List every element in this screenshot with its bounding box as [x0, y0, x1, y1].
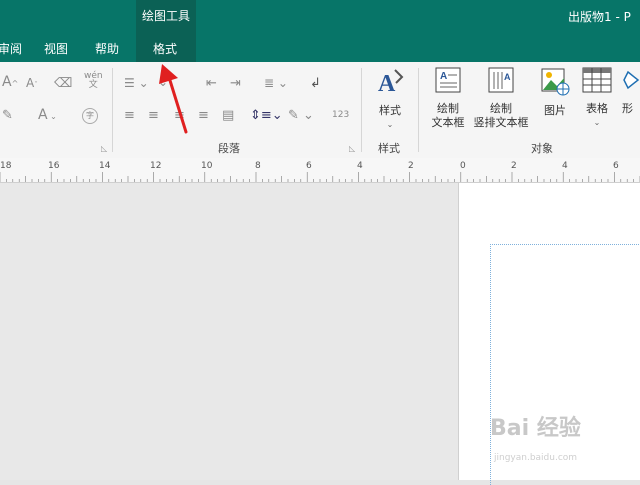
paragraph-spacing-icon[interactable]: ✎ ⌄ [288, 108, 314, 123]
margin-guide [490, 244, 640, 485]
draw-vertical-text-box-button[interactable]: A 绘制 竖排文本框 [470, 66, 532, 130]
number-style-icon[interactable]: 123 [332, 110, 349, 120]
shrink-font-icon[interactable]: Aˇ [26, 76, 38, 90]
style-button-label: 样式 [379, 104, 401, 117]
paragraph-group-launcher-icon[interactable]: ◺ [349, 144, 355, 153]
tab-help[interactable]: 帮助 [95, 40, 119, 57]
chevron-down-icon: ⌄ [593, 118, 601, 127]
ruler-label: 8 [255, 161, 261, 171]
ruler-label: 12 [150, 161, 162, 171]
font-color-icon[interactable]: A ⌄ [38, 107, 57, 123]
annotation-arrow-icon [159, 64, 188, 134]
ruler-label: 18 [0, 161, 12, 171]
enclose-char-icon[interactable]: 字 [82, 108, 98, 124]
ruler-label: 4 [357, 161, 363, 171]
drawing-tools-label: 绘图工具 [142, 9, 191, 23]
watermark-logo: Bai 经验 [490, 416, 581, 441]
ruler-ticks [0, 172, 640, 182]
distributed-icon[interactable]: ▤ [222, 108, 234, 123]
svg-text:A: A [440, 71, 447, 82]
tab-format[interactable]: 格式 [153, 40, 177, 57]
object-group-label: 对象 [531, 142, 553, 155]
table-icon [578, 66, 616, 98]
group-separator [418, 68, 419, 152]
tab-view[interactable]: 视图 [44, 40, 68, 57]
line-break-icon[interactable]: ↲ [310, 76, 321, 91]
picture-button[interactable]: 图片 [538, 66, 572, 118]
picture-button-label: 图片 [544, 104, 566, 117]
style-button[interactable]: A 样式 ⌄ [372, 66, 408, 132]
shapes-button[interactable]: 形 [622, 66, 640, 116]
draw-text-box-button[interactable]: A 绘制 文本框 [428, 66, 468, 130]
ruler-label: 10 [201, 161, 213, 171]
text-box-icon: A [428, 66, 468, 98]
ruler-label: 0 [460, 161, 466, 171]
ribbon: A^ Aˇ ⌫ wén 文 ✎ A ⌄ 字 ◺ ☰ ⌄ ⌄ ⇤ ⇥ ≣ ⌄ ↲ … [0, 62, 640, 159]
ruler-label: 2 [511, 161, 517, 171]
tab-review[interactable]: 审阅 [0, 40, 22, 57]
group-separator [112, 68, 113, 152]
clear-format-icon[interactable]: ⌫ [54, 76, 72, 91]
columns-icon[interactable]: ≣ ⌄ [264, 76, 288, 90]
title-bar: 绘图工具 出版物1 - P 审阅 视图 帮助 格式 [0, 0, 640, 62]
phonetic-guide-icon[interactable]: wén 文 [84, 72, 103, 90]
group-separator [361, 68, 362, 152]
draw-vertical-text-box-label: 绘制 竖排文本框 [473, 102, 529, 129]
chevron-down-icon: ⌄ [386, 120, 394, 129]
vertical-text-box-icon: A [470, 66, 532, 98]
style-group-label: 样式 [378, 142, 400, 155]
ruler-label: 2 [408, 161, 414, 171]
text-highlight-icon[interactable]: ✎ [2, 108, 13, 123]
paragraph-group-label: 段落 [218, 142, 240, 155]
decrease-indent-icon[interactable]: ⇤ [206, 76, 217, 91]
shapes-icon [622, 66, 640, 98]
increase-indent-icon[interactable]: ⇥ [230, 76, 241, 91]
picture-icon [538, 66, 572, 100]
style-icon: A [372, 66, 408, 100]
ruler-label: 14 [99, 161, 111, 171]
svg-text:A: A [504, 72, 511, 82]
ruler-label: 6 [306, 161, 312, 171]
ruler-label: 6 [613, 161, 619, 171]
ruler-label: 16 [48, 161, 60, 171]
document-title: 出版物1 - P [568, 10, 631, 24]
font-group-launcher-icon[interactable]: ◺ [101, 144, 107, 153]
shapes-button-label: 形 [622, 102, 633, 115]
table-button-label: 表格 [586, 102, 608, 115]
watermark-url: jingyan.baidu.com [494, 453, 578, 463]
table-button[interactable]: 表格 ⌄ [578, 66, 616, 130]
grow-font-icon[interactable]: A^ [2, 74, 18, 90]
horizontal-ruler[interactable]: 18 16 14 12 10 8 6 4 2 0 2 4 6 [0, 158, 640, 183]
align-left-icon[interactable]: ≡ [124, 108, 135, 123]
ruler-label: 4 [562, 161, 568, 171]
line-spacing-icon[interactable]: ⇕≡⌄ [250, 108, 283, 123]
bullets-icon[interactable]: ☰ ⌄ [124, 76, 149, 90]
svg-text:A: A [378, 71, 396, 96]
draw-text-box-label: 绘制 文本框 [431, 102, 465, 129]
